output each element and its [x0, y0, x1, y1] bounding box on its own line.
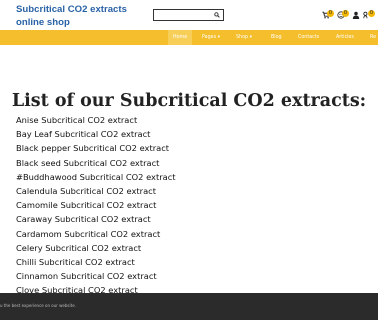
- extract-link[interactable]: Chilli Subcritical CO2 extract: [16, 255, 346, 269]
- cart-button[interactable]: 0: [321, 9, 334, 21]
- page-heading: List of our Subcritical CO2 extracts:: [11, 91, 367, 111]
- extract-link[interactable]: Black seed Subcritical CO2 extract: [16, 156, 346, 170]
- user-icon: [352, 11, 360, 19]
- wishlist-button[interactable]: 0: [362, 9, 375, 21]
- nav-item-home[interactable]: Home: [168, 30, 193, 45]
- extract-link[interactable]: #Buddhawood Subcritical CO2 extract: [16, 170, 346, 184]
- account-button[interactable]: [351, 9, 361, 21]
- search-icon: [214, 12, 220, 18]
- search-box: [153, 9, 224, 21]
- nav-item-blog[interactable]: Blog: [271, 30, 282, 45]
- search-input[interactable]: [154, 10, 212, 20]
- nav-item-articles[interactable]: Articles: [336, 30, 354, 45]
- nav-item-more[interactable]: Re: [370, 30, 376, 45]
- search-button[interactable]: [212, 11, 222, 19]
- nav-item-shop[interactable]: Shop ▾: [236, 30, 252, 45]
- extract-link[interactable]: Caraway Subcritical CO2 extract: [16, 212, 346, 226]
- extract-link[interactable]: Anise Subcritical CO2 extract: [16, 113, 346, 127]
- nav-item-contacts[interactable]: Contacts: [298, 30, 319, 45]
- compare-button[interactable]: 0: [336, 9, 349, 21]
- extract-link[interactable]: Cinnamon Subcritical CO2 extract: [16, 269, 346, 283]
- cookie-text: u the best experience on our website.: [0, 303, 76, 308]
- wishlist-count-badge: 0: [368, 10, 375, 17]
- extracts-list: Anise Subcritical CO2 extract Bay Leaf S…: [16, 113, 346, 297]
- nav-item-pages[interactable]: Pages ▾: [202, 30, 220, 45]
- header-icons: 0 0 0: [321, 9, 375, 21]
- main-nav: Home Pages ▾ Shop ▾ Blog Contacts Articl…: [0, 30, 378, 45]
- cookie-banner: u the best experience on our website.: [0, 293, 378, 320]
- compare-count-badge: 0: [342, 10, 349, 17]
- extract-link[interactable]: Black pepper Subcritical CO2 extract: [16, 141, 346, 155]
- site-title[interactable]: Subcritical CO2 extracts online shop: [16, 4, 146, 29]
- extract-link[interactable]: Camomile Subcritical CO2 extract: [16, 198, 346, 212]
- extract-link[interactable]: Bay Leaf Subcritical CO2 extract: [16, 127, 346, 141]
- extract-link[interactable]: Calendula Subcritical CO2 extract: [16, 184, 346, 198]
- cart-count-badge: 0: [327, 10, 334, 17]
- extract-link[interactable]: Cardamom Subcritical CO2 extract: [16, 227, 346, 241]
- site-header: Subcritical CO2 extracts online shop 0 0…: [0, 0, 378, 30]
- extract-link[interactable]: Celery Subcritical CO2 extract: [16, 241, 346, 255]
